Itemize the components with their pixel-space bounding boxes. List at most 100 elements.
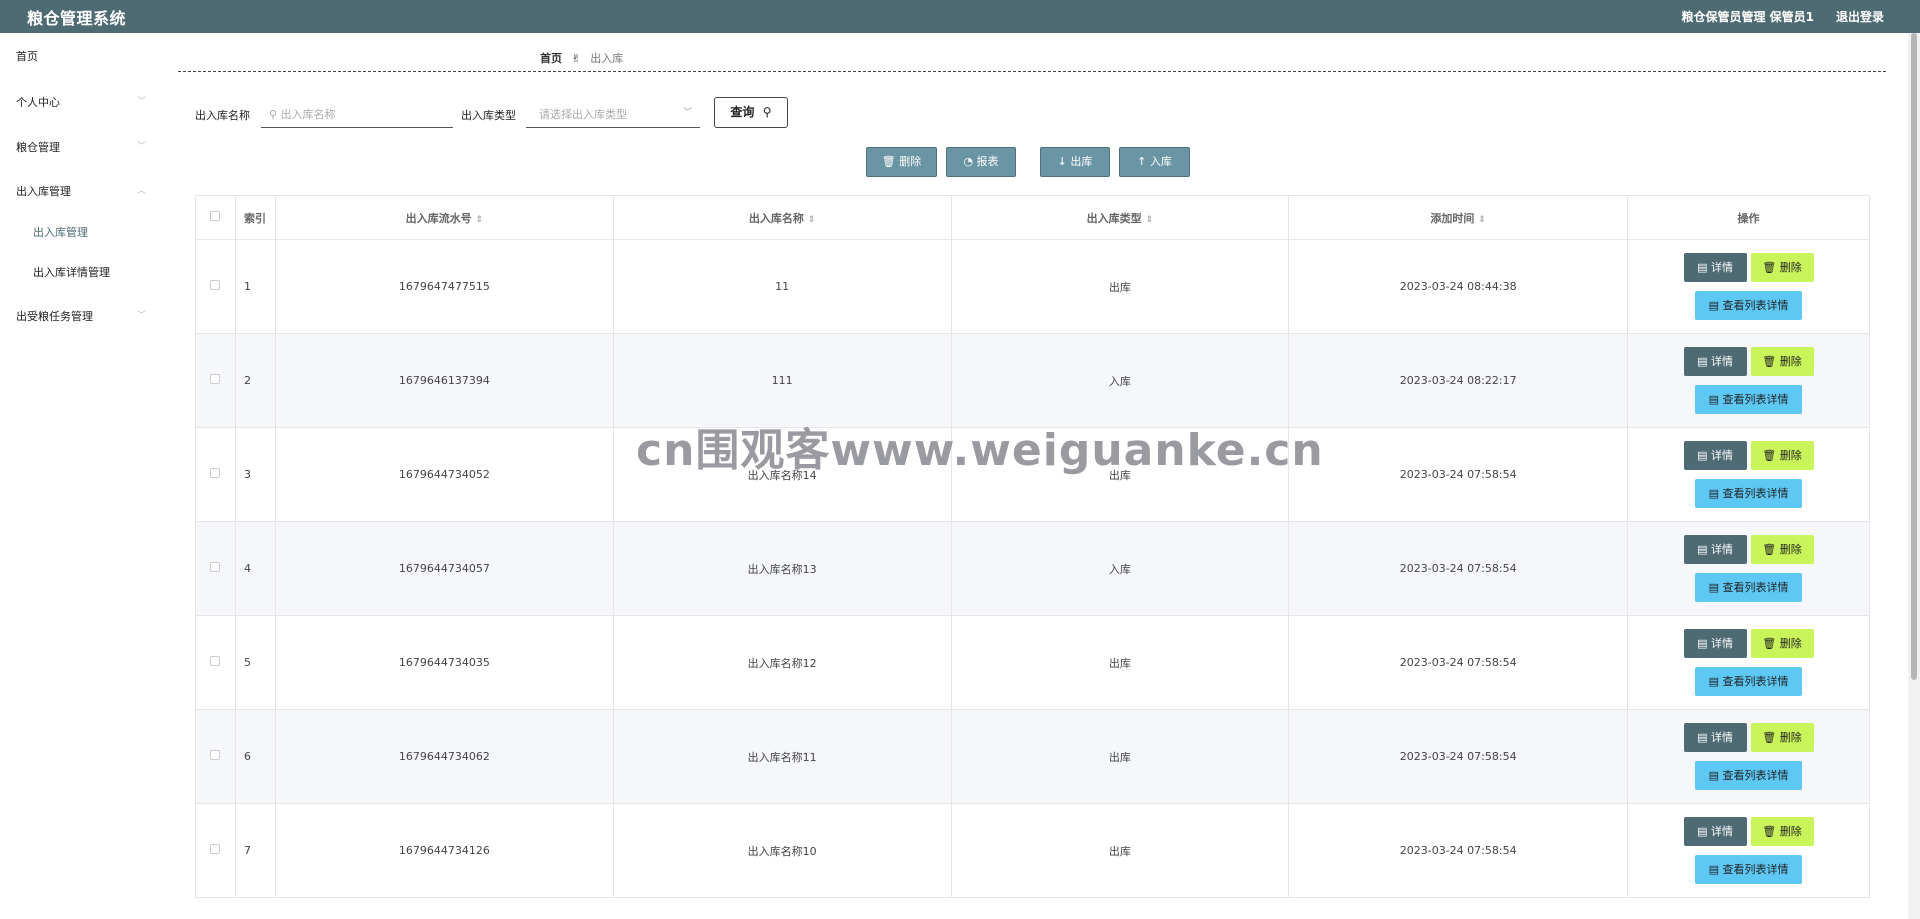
detail-button[interactable]: ▤ 详情 (1683, 629, 1747, 658)
cell-index: 6 (234, 709, 276, 804)
scrollbar-thumb[interactable] (1911, 33, 1917, 680)
row-checkbox[interactable] (210, 750, 221, 760)
cell-serial: 1679644734057 (274, 521, 614, 616)
delete-button[interactable]: 🗑︎ 删除 (1750, 723, 1814, 752)
trash-icon: 🗑︎ (1762, 449, 1780, 462)
sidebar-item-home[interactable]: 首页 (16, 48, 146, 64)
cell-index: 4 (234, 521, 276, 616)
search-icon: ⚲ (758, 105, 772, 119)
cell-time: 2023-03-24 08:22:17 (1288, 333, 1629, 428)
document-icon: ▤ (1697, 261, 1711, 274)
row-select-cell (195, 333, 236, 428)
chevron-down-icon: ﹀ (136, 142, 146, 152)
cell-ops: ▤ 详情 🗑︎ 删除 ▤ 查看列表详情 (1627, 709, 1870, 804)
row-checkbox[interactable] (210, 374, 221, 384)
stock-in-button[interactable]: ↑ 入库 (1119, 147, 1190, 177)
col-time[interactable]: 添加时间 ⇕ (1288, 195, 1629, 240)
breadcrumb-current: 出入库 (590, 52, 624, 65)
delete-button[interactable]: 🗑︎ 删除 (1750, 817, 1814, 846)
cell-index: 3 (234, 427, 276, 522)
sidebar-item-task[interactable]: 出受粮任务管理 ﹀ (16, 308, 146, 324)
row-checkbox[interactable] (210, 562, 221, 572)
col-name[interactable]: 出入库名称 ⇕ (612, 195, 952, 240)
delete-button[interactable]: 🗑︎ 删除 (1750, 441, 1814, 470)
cell-index: 5 (234, 615, 276, 710)
detail-button-label: 详情 (1710, 261, 1733, 274)
breadcrumb-home[interactable]: 首页 (540, 52, 562, 65)
search-icon: ⚲ (269, 108, 278, 121)
cell-ops: ▤ 详情 🗑︎ 删除 ▤ 查看列表详情 (1627, 615, 1870, 710)
row-checkbox[interactable] (210, 280, 221, 290)
stock-out-button[interactable]: ↓ 出库 (1040, 147, 1110, 177)
chevron-up-icon: ︿ (136, 186, 146, 196)
document-icon: ▤ (1708, 487, 1723, 500)
page-scrollbar[interactable] (1908, 33, 1920, 919)
row-select-cell (195, 239, 236, 334)
list-detail-button[interactable]: ▤ 查看列表详情 (1695, 573, 1803, 602)
delete-button[interactable]: 🗑︎ 删除 (1750, 347, 1814, 376)
list-detail-button[interactable]: ▤ 查看列表详情 (1695, 667, 1803, 696)
sidebar-item-personal[interactable]: 个人中心 ﹀ (16, 94, 146, 110)
table-row: 4 1679644734057 出入库名称13 入库 2023-03-24 07:58:… (195, 521, 1870, 616)
cell-serial: 1679644734052 (274, 427, 614, 522)
chevron-down-icon: ﹀ (136, 97, 146, 107)
list-detail-button[interactable]: ▤ 查看列表详情 (1695, 479, 1803, 508)
logout-link[interactable]: 退出登录 (1836, 8, 1884, 25)
detail-button-label: 详情 (1710, 731, 1733, 744)
row-select-cell (195, 709, 236, 804)
list-detail-button[interactable]: ▤ 查看列表详情 (1695, 855, 1803, 884)
query-button-label: 查询 (730, 105, 755, 119)
sidebar-item-inout[interactable]: 出入库管理 ︿ (16, 183, 146, 199)
list-detail-button-label: 查看列表详情 (1722, 581, 1789, 594)
detail-button-label: 详情 (1710, 637, 1733, 650)
document-icon: ▤ (1708, 863, 1723, 876)
table-row: 2 1679646137394 111 入库 2023-03-24 08:22:17 ▤ … (195, 333, 1870, 428)
list-detail-button-label: 查看列表详情 (1722, 769, 1789, 782)
col-type[interactable]: 出入库类型 ⇕ (950, 195, 1290, 240)
delete-button-label: 删除 (1779, 637, 1802, 650)
detail-button-label: 详情 (1710, 449, 1733, 462)
trash-icon: 🗑︎ (881, 155, 900, 168)
delete-button[interactable]: 🗑︎ 删除 (1750, 535, 1814, 564)
detail-button[interactable]: ▤ 详情 (1683, 535, 1747, 564)
cell-time: 2023-03-24 07:58:54 (1288, 521, 1629, 616)
list-detail-button[interactable]: ▤ 查看列表详情 (1695, 385, 1803, 414)
type-select[interactable]: 请选择出入库类型 ﹀ (526, 97, 700, 128)
list-detail-button[interactable]: ▤ 查看列表详情 (1695, 291, 1803, 320)
delete-button[interactable]: 🗑︎ 删除 (1750, 253, 1814, 282)
col-serial-label: 出入库流水号 (405, 211, 472, 225)
row-checkbox[interactable] (210, 656, 221, 666)
row-select-cell (195, 803, 236, 898)
detail-button[interactable]: ▤ 详情 (1683, 723, 1747, 752)
sidebar-subitem-inout[interactable]: 出入库管理 (33, 224, 88, 240)
sidebar-subitem-inout-detail[interactable]: 出入库详情管理 (33, 264, 110, 280)
detail-button-label: 详情 (1710, 355, 1733, 368)
row-checkbox[interactable] (210, 468, 221, 478)
select-all-checkbox[interactable] (210, 211, 221, 221)
list-detail-button[interactable]: ▤ 查看列表详情 (1695, 761, 1803, 790)
delete-button[interactable]: 🗑︎ 删除 (1750, 629, 1814, 658)
col-serial[interactable]: 出入库流水号 ⇕ (274, 195, 614, 240)
detail-button[interactable]: ▤ 详情 (1683, 441, 1747, 470)
document-icon: ▤ (1697, 355, 1711, 368)
detail-button[interactable]: ▤ 详情 (1683, 253, 1747, 282)
cell-name: 出入库名称12 (612, 615, 952, 710)
delete-button-label: 删除 (1779, 355, 1802, 368)
document-icon: ▤ (1697, 543, 1711, 556)
detail-button[interactable]: ▤ 详情 (1683, 347, 1747, 376)
batch-delete-button[interactable]: 🗑︎ 删除 (866, 147, 937, 177)
cell-ops: ▤ 详情 🗑︎ 删除 ▤ 查看列表详情 (1627, 803, 1870, 898)
detail-button[interactable]: ▤ 详情 (1683, 817, 1747, 846)
query-button[interactable]: 查询 ⚲ (714, 97, 788, 128)
cell-index: 1 (234, 239, 276, 334)
sidebar-item-label: 粮仓管理 (16, 141, 60, 154)
report-button[interactable]: ◔ 报表 (946, 147, 1016, 177)
row-checkbox[interactable] (210, 844, 221, 854)
name-search-input[interactable]: ⚲ 出入库名称 (261, 97, 453, 128)
chevron-down-icon: ﹀ (682, 108, 692, 118)
sidebar-item-granary[interactable]: 粮仓管理 ﹀ (16, 139, 146, 155)
table-row: 6 1679644734062 出入库名称11 出库 2023-03-24 07:58:… (195, 709, 1870, 804)
breadcrumb-divider (178, 71, 1886, 72)
col-ops: 操作 (1627, 195, 1870, 240)
document-icon: ▤ (1708, 393, 1723, 406)
